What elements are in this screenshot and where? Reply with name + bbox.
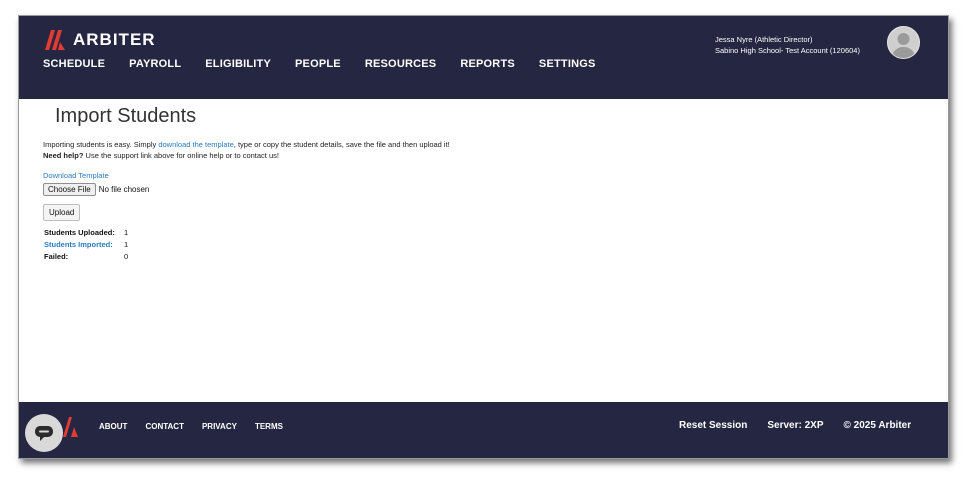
top-header: ARBITER SCHEDULE PAYROLL ELIGIBILITY PEO… (19, 16, 948, 99)
copyright: © 2025 Arbiter (843, 420, 912, 431)
intro-prefix: Importing students is easy. Simply (43, 140, 159, 149)
page-title: Import Students (55, 105, 197, 127)
footer-right: Reset Session Server: 2XP © 2025 Arbiter (679, 420, 931, 431)
stat-row: Failed: 0 (44, 250, 128, 262)
server-label: Server: 2XP (767, 420, 824, 431)
stat-row: Students Imported: 1 (44, 238, 128, 250)
nav-eligibility[interactable]: ELIGIBILITY (205, 58, 271, 70)
browser-viewport: ARBITER SCHEDULE PAYROLL ELIGIBILITY PEO… (18, 15, 949, 459)
stat-value: 0 (124, 251, 129, 261)
user-account: Sabino High School- Test Account (120604… (715, 46, 860, 55)
nav-settings[interactable]: SETTINGS (539, 58, 596, 70)
download-template-link[interactable]: Download Template (43, 171, 109, 180)
footer-logo-icon (63, 417, 78, 437)
file-status: No file chosen (98, 185, 150, 194)
footer-contact[interactable]: CONTACT (145, 422, 184, 431)
import-stats: Students Uploaded: 1 Students Imported: … (44, 226, 128, 262)
main-nav: SCHEDULE PAYROLL ELIGIBILITY PEOPLE RESO… (43, 58, 620, 70)
main-content: Import Students Importing students is ea… (19, 99, 948, 402)
footer-links: ABOUT CONTACT PRIVACY TERMS (99, 422, 301, 431)
nav-payroll[interactable]: PAYROLL (129, 58, 181, 70)
chat-bubble-icon[interactable] (25, 414, 63, 452)
stat-label-link[interactable]: Students Imported: (44, 240, 124, 249)
nav-people[interactable]: PEOPLE (295, 58, 341, 70)
stat-value: 1 (124, 239, 129, 249)
nav-reports[interactable]: REPORTS (460, 58, 515, 70)
footer-terms[interactable]: TERMS (255, 422, 283, 431)
nav-resources[interactable]: RESOURCES (365, 58, 436, 70)
arbiter-logo[interactable]: ARBITER (43, 30, 156, 50)
reset-session-link[interactable]: Reset Session (679, 420, 747, 431)
user-name: Jessa Nyre (Athletic Director) (715, 35, 813, 44)
download-template-inline-link[interactable]: download the template (158, 140, 233, 149)
stat-value: 1 (124, 227, 129, 237)
user-info[interactable]: Jessa Nyre (Athletic Director) Sabino Hi… (715, 34, 860, 56)
intro-suffix: , type or copy the student details, save… (233, 140, 450, 149)
intro-text: Importing students is easy. Simply downl… (43, 139, 450, 161)
file-input: Choose File No file chosen (43, 183, 149, 196)
choose-file-button[interactable]: Choose File (43, 183, 96, 196)
stat-label: Failed: (44, 251, 69, 261)
stat-row: Students Uploaded: 1 (44, 226, 128, 238)
footer-about[interactable]: ABOUT (99, 422, 127, 431)
help-label: Need help? (43, 151, 84, 160)
help-text: Use the support link above for online he… (83, 151, 279, 160)
upload-button[interactable]: Upload (43, 204, 81, 221)
stat-label: Students Uploaded: (44, 227, 115, 237)
arbiter-logo-icon (45, 30, 65, 50)
page-footer: ABOUT CONTACT PRIVACY TERMS Reset Sessio… (19, 402, 948, 458)
footer-privacy[interactable]: PRIVACY (202, 422, 237, 431)
user-avatar-icon[interactable] (887, 26, 920, 59)
nav-schedule[interactable]: SCHEDULE (43, 58, 105, 70)
brand-name: ARBITER (73, 30, 156, 49)
